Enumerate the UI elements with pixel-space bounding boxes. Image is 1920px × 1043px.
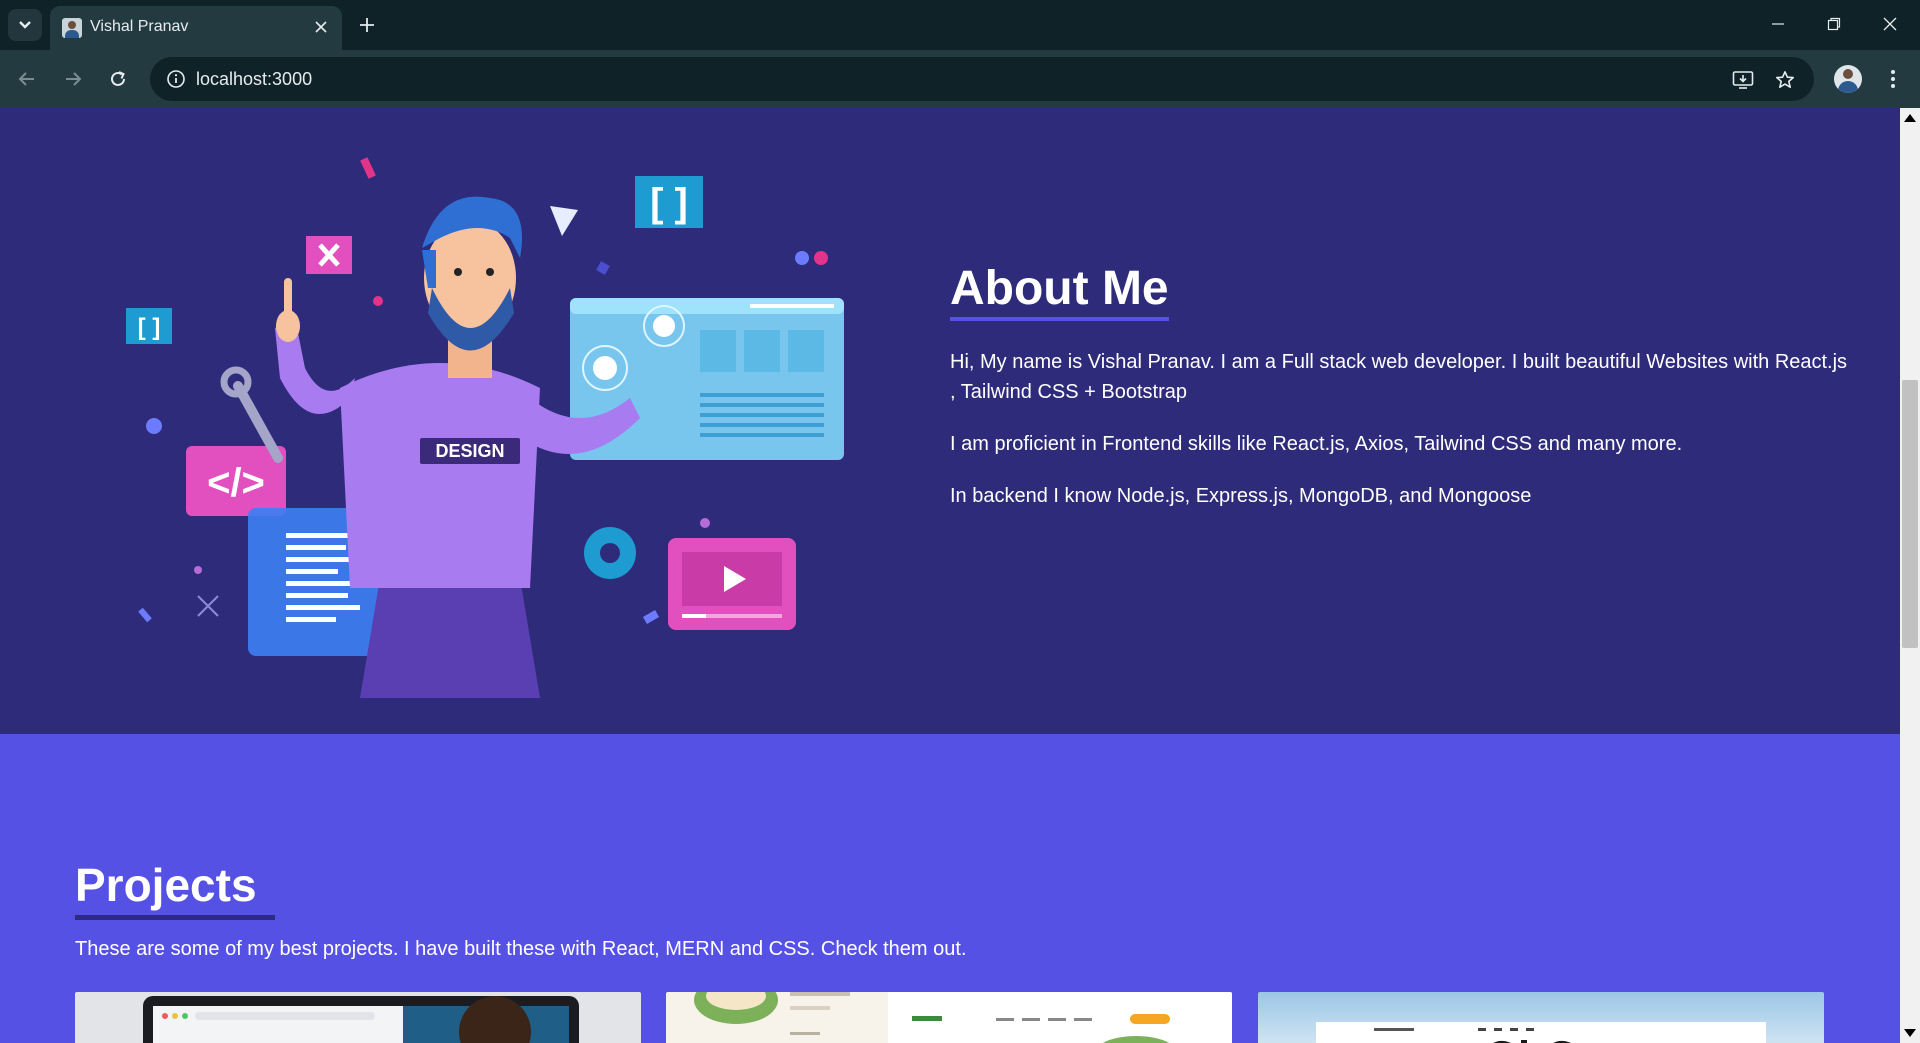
scroll-up-arrow-icon[interactable] [1904,114,1916,122]
tab-close-button[interactable] [310,16,332,38]
about-paragraph-backend: In backend I know Node.js, Express.js, M… [950,485,1532,507]
minimize-button[interactable] [1756,8,1800,40]
minimize-icon [1772,23,1784,25]
about-content: About Me Hi, My name is Vishal Pranav. I… [950,263,1850,511]
back-button[interactable] [10,62,44,96]
close-icon [315,21,327,33]
project-card[interactable] [75,992,641,1043]
restore-button[interactable] [1812,8,1856,40]
favicon-icon [62,18,82,38]
project-card[interactable] [1258,992,1824,1043]
design-label: DESIGN [435,441,504,461]
tab-search-button[interactable] [8,9,42,41]
projects-description: These are some of my best projects. I ha… [75,938,967,960]
about-paragraph-frontend: I am proficient in Frontend skills like … [950,433,1683,455]
page-viewport: [ ] [ ] </> DESIGN About Me Hi, My name … [0,108,1900,1043]
star-icon [1776,71,1794,88]
about-title: About Me [950,263,1169,321]
browser-tab[interactable]: Vishal Pranav [50,6,342,50]
info-icon [167,70,185,88]
reload-button[interactable] [101,62,135,96]
chevron-down-icon [19,21,31,29]
install-icon [1732,71,1754,89]
browser-toolbar: localhost:3000 [0,50,1920,108]
arrow-right-icon [66,72,82,86]
plus-icon [360,18,374,32]
forward-button[interactable] [56,62,90,96]
svg-text:[ ]: [ ] [650,181,688,225]
tab-title: Vishal Pranav [90,18,189,35]
about-paragraph-intro: Hi, My name is Vishal Pranav. I am a Ful… [950,351,1848,403]
tab-strip: Vishal Pranav [0,0,1920,50]
more-vertical-icon [1891,70,1895,88]
svg-text:</>: </> [207,461,265,505]
developer-illustration: [ ] [ ] </> DESIGN [126,157,844,698]
restore-icon [1827,17,1841,31]
about-section: [ ] [ ] </> DESIGN About Me Hi, My name … [0,108,1900,734]
project-thumbnail [694,992,1232,1043]
arrow-left-icon [18,72,34,86]
profile-avatar[interactable] [1834,65,1862,93]
page-scrollbar[interactable] [1900,108,1920,1043]
site-info-button[interactable] [164,67,188,91]
bookmark-button[interactable] [1772,67,1798,93]
close-window-button[interactable] [1868,8,1912,40]
scroll-thumb[interactable] [1902,380,1918,648]
project-thumbnail [1316,1022,1766,1043]
url-text[interactable]: localhost:3000 [196,69,312,90]
svg-text:[ ]: [ ] [138,314,161,341]
scroll-down-arrow-icon[interactable] [1904,1029,1916,1037]
projects-title: Projects [75,859,275,920]
browser-menu-button[interactable] [1880,62,1906,96]
reload-icon [111,71,125,86]
close-icon [1883,17,1897,31]
projects-section: Projects These are some of my best proje… [0,734,1900,1043]
address-bar[interactable]: localhost:3000 [150,57,1814,101]
project-thumbnail [143,996,579,1043]
project-card[interactable] [666,992,1232,1043]
install-app-button[interactable] [1730,67,1756,93]
new-tab-button[interactable] [352,10,382,40]
